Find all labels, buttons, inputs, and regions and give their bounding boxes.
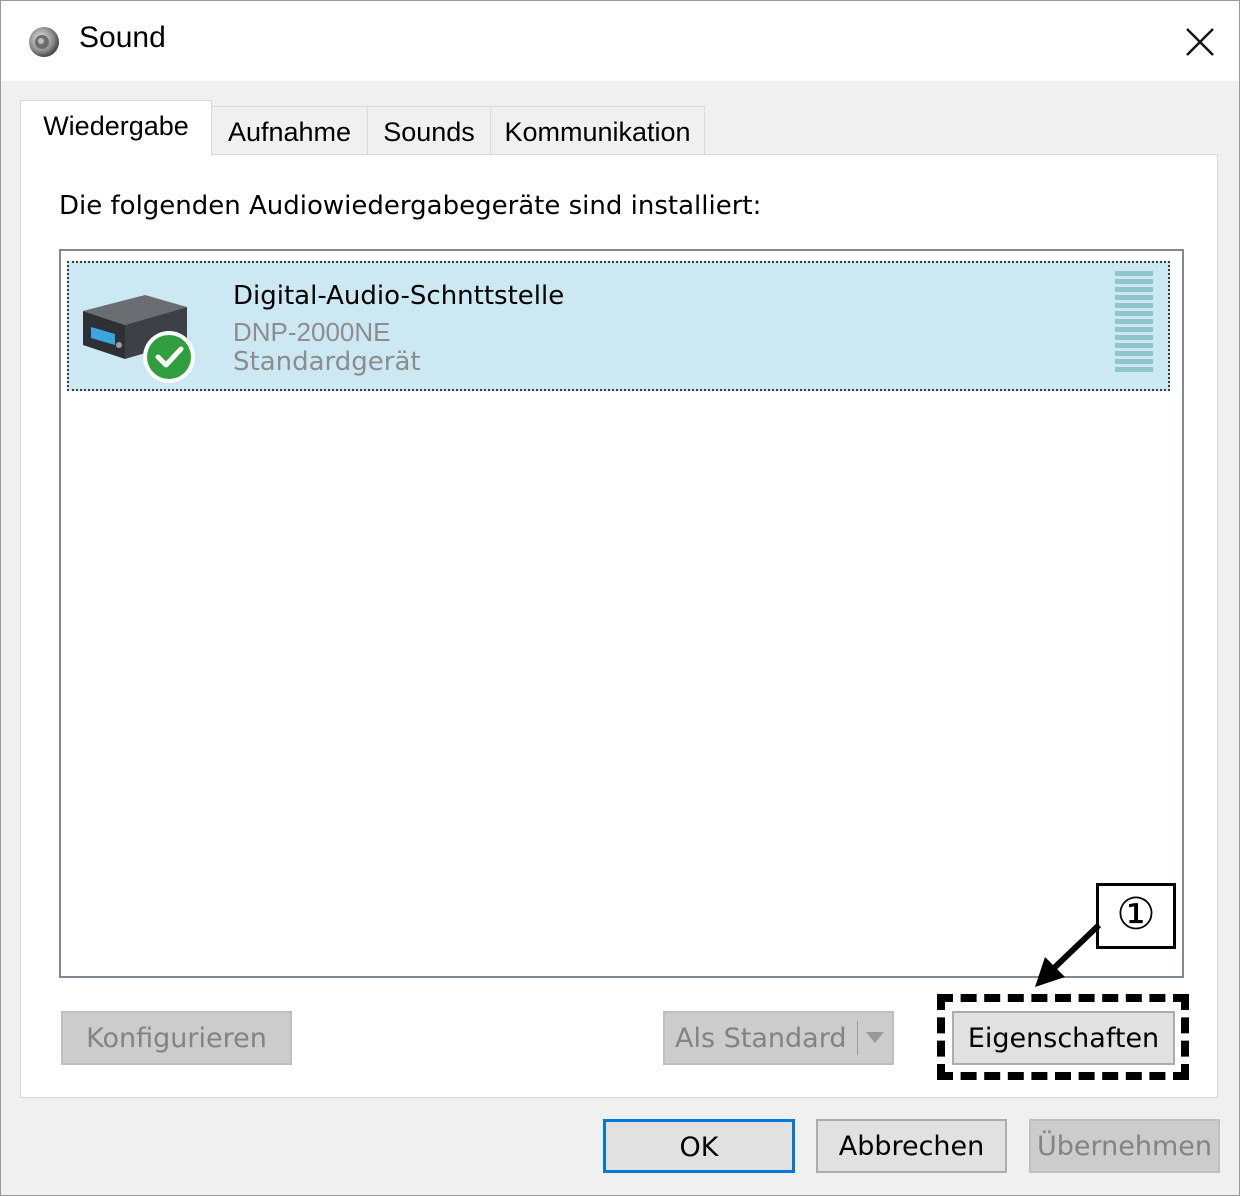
checkmark-icon <box>143 331 195 383</box>
chevron-down-icon[interactable] <box>865 1031 885 1045</box>
volume-level-meter <box>1115 271 1153 375</box>
window-title: Sound <box>79 21 166 54</box>
set-default-button[interactable]: Als Standard <box>663 1011 894 1065</box>
device-name: Digital-Audio-Schnttstelle <box>233 281 565 311</box>
speaker-icon <box>29 27 59 57</box>
close-icon <box>1186 28 1214 56</box>
annotation-arrow-icon <box>1035 922 1102 987</box>
properties-button[interactable]: Eigenschaften <box>952 1011 1175 1065</box>
set-default-label: Als Standard <box>675 1023 847 1054</box>
tab-sounds[interactable]: Sounds <box>367 106 491 154</box>
audio-device-icon <box>83 295 195 383</box>
device-status: Standardgerät <box>233 347 421 377</box>
tab-wiedergabe[interactable]: Wiedergabe <box>20 100 212 156</box>
tab-aufnahme[interactable]: Aufnahme <box>211 106 368 154</box>
apply-button[interactable]: Übernehmen <box>1029 1119 1220 1173</box>
list-item-device[interactable]: Digital-Audio-Schnttstelle DNP-2000NE St… <box>67 261 1170 391</box>
device-list[interactable]: Digital-Audio-Schnttstelle DNP-2000NE St… <box>59 249 1184 978</box>
device-list-caption: Die folgenden Audiowiedergabegeräte sind… <box>59 191 762 221</box>
configure-button[interactable]: Konfigurieren <box>61 1011 292 1065</box>
close-button[interactable] <box>1171 15 1227 67</box>
split-divider <box>857 1021 858 1055</box>
sound-dialog: Sound Wiedergabe Aufnahme Sounds Kommuni… <box>0 0 1240 1196</box>
tab-kommunikation[interactable]: Kommunikation <box>490 106 705 154</box>
device-model: DNP-2000NE <box>233 317 391 347</box>
ok-button[interactable]: OK <box>603 1119 795 1173</box>
cancel-button[interactable]: Abbrechen <box>816 1119 1007 1173</box>
title-bar: Sound <box>1 1 1239 81</box>
